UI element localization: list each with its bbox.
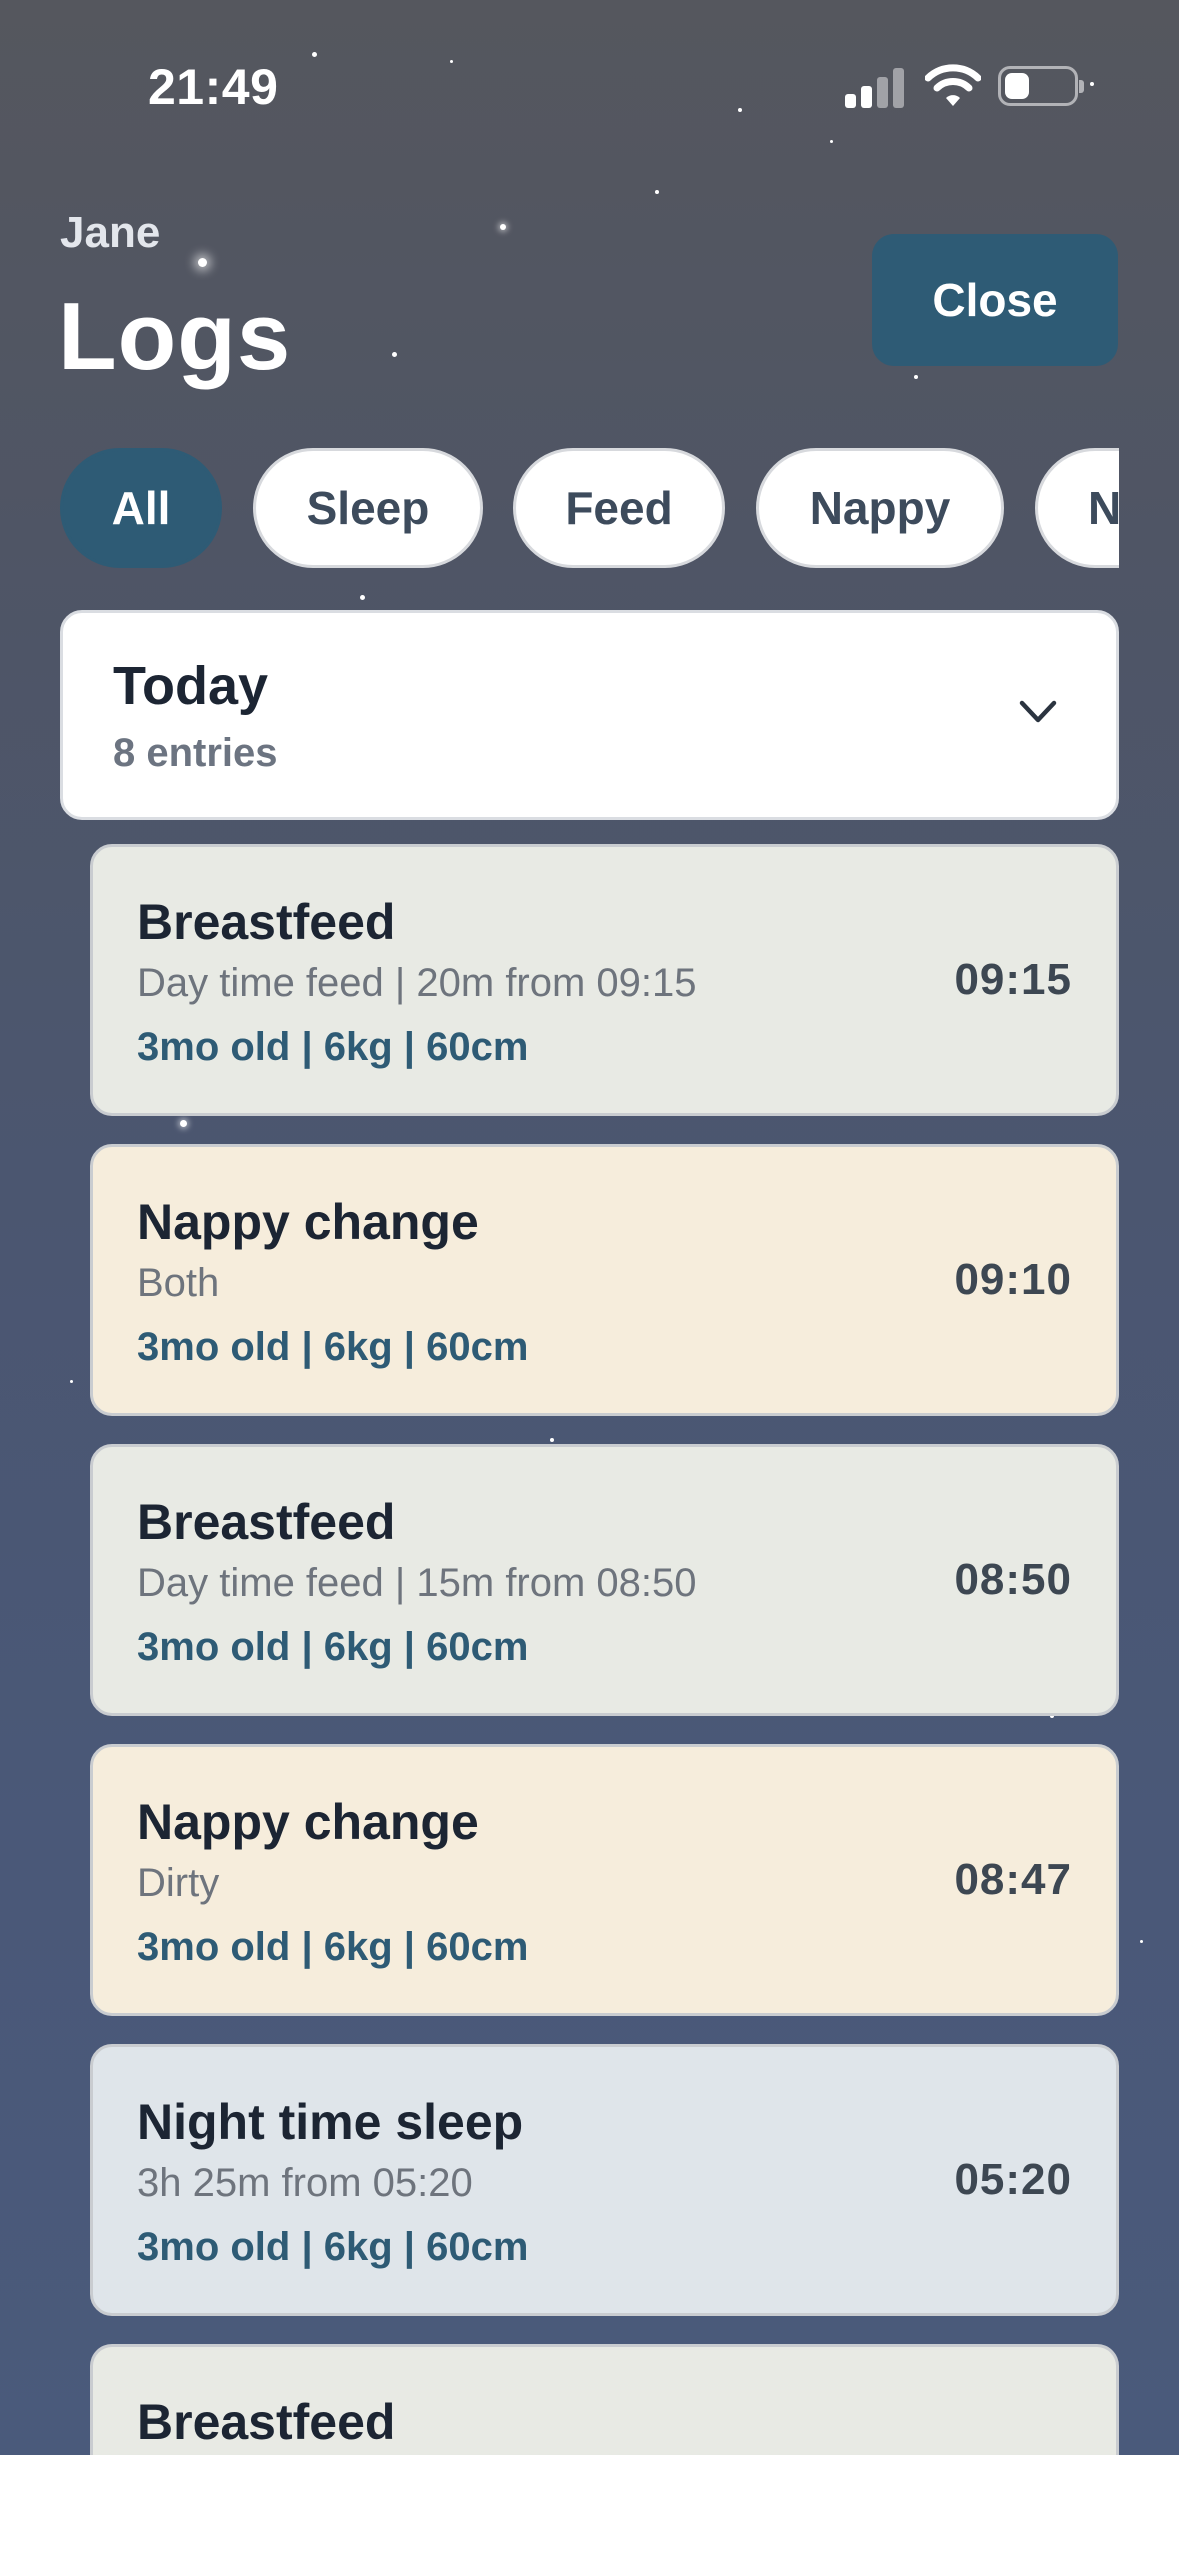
log-entry-nappy-change[interactable]: Nappy change Both 3mo old | 6kg | 60cm 0… (90, 1144, 1119, 1416)
filter-chips: All Sleep Feed Nappy N (60, 448, 1119, 570)
entry-stats: 3mo old | 6kg | 60cm (137, 1025, 529, 1069)
log-entry-nappy-change[interactable]: Nappy change Dirty 3mo old | 6kg | 60cm … (90, 1744, 1119, 2016)
baby-name: Jane (60, 208, 161, 257)
filter-more[interactable]: N (1035, 448, 1119, 568)
entry-detail: Both (137, 1261, 220, 1305)
chevron-down-icon[interactable] (1018, 699, 1058, 725)
cellular-signal-icon (845, 66, 905, 108)
entry-detail: Day time feed | 15m from 08:50 (137, 1561, 697, 1605)
status-time: 21:49 (148, 59, 279, 115)
entry-time: 09:15 (954, 955, 1072, 1004)
entry-title: Night time sleep (137, 2094, 524, 2150)
page-title: Logs (58, 283, 292, 390)
entry-stats: 3mo old | 6kg | 60cm (137, 1625, 529, 1669)
entry-time: 09:10 (954, 1255, 1072, 1304)
filter-sleep[interactable]: Sleep (253, 448, 483, 568)
day-group-title: Today (113, 656, 269, 716)
close-button[interactable]: Close (872, 234, 1118, 366)
log-entry-breastfeed[interactable]: Breastfeed Day time feed | 15m from 08:5… (90, 1444, 1119, 1716)
filter-feed[interactable]: Feed (513, 448, 725, 568)
log-entry-breastfeed[interactable]: Breastfeed (90, 2344, 1119, 2455)
entry-stats: 3mo old | 6kg | 60cm (137, 1325, 529, 1369)
wifi-icon (925, 64, 981, 106)
entry-time: 08:50 (954, 1555, 1072, 1604)
entry-title: Breastfeed (137, 894, 396, 950)
entry-detail: 3h 25m from 05:20 (137, 2161, 473, 2205)
entry-detail: Day time feed | 20m from 09:15 (137, 961, 697, 1005)
day-group-header[interactable]: Today 8 entries (60, 610, 1119, 820)
log-entry-night-sleep[interactable]: Night time sleep 3h 25m from 05:20 3mo o… (90, 2044, 1119, 2316)
day-group-count: 8 entries (113, 731, 278, 775)
entry-stats: 3mo old | 6kg | 60cm (137, 1925, 529, 1969)
filter-all[interactable]: All (60, 448, 222, 568)
entry-detail: Dirty (137, 1861, 220, 1905)
entry-title: Nappy change (137, 1794, 479, 1850)
entry-title: Nappy change (137, 1194, 479, 1250)
entry-title: Breastfeed (137, 1494, 396, 1550)
bottom-safe-area (0, 2455, 1179, 2556)
filter-nappy[interactable]: Nappy (756, 448, 1004, 568)
entry-time: 05:20 (954, 2155, 1072, 2204)
entry-title: Breastfeed (137, 2394, 396, 2450)
entry-time: 08:47 (954, 1855, 1072, 1904)
entry-stats: 3mo old | 6kg | 60cm (137, 2225, 529, 2269)
battery-icon (998, 66, 1084, 106)
log-entry-breastfeed[interactable]: Breastfeed Day time feed | 20m from 09:1… (90, 844, 1119, 1116)
